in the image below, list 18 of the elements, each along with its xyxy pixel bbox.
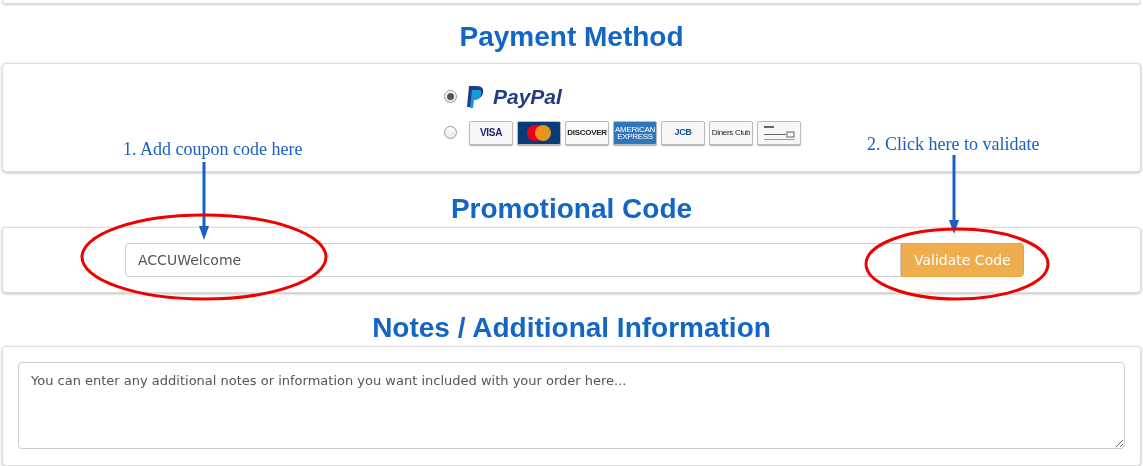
notes-field[interactable]: You can enter any additional notes or information you want included with your order here... — [18, 362, 1125, 449]
annotation-text: 2. Click here to validate — [867, 133, 1040, 156]
discover-logo: DISCOVER — [565, 120, 609, 145]
visa-logo: VISA — [469, 120, 513, 145]
jcb-logo: JCB — [661, 120, 705, 145]
annotation-text: 1. Add coupon code here — [123, 138, 303, 161]
radio-button[interactable] — [444, 90, 457, 104]
diners-club-logo: Diners Club — [709, 120, 753, 145]
paypal-logo: PayPal — [493, 84, 562, 110]
coupon-code-field[interactable]: ACCUWelcome — [125, 243, 901, 277]
radio-button[interactable] — [444, 126, 457, 139]
section-heading: Payment Method — [458, 20, 685, 54]
mastercard-logo — [517, 120, 561, 145]
amex-logo: AMERICAN EXPRESS — [613, 120, 657, 145]
section-heading: Promotional Code — [449, 192, 694, 226]
section-heading: Notes / Additional Information — [371, 311, 772, 345]
check-icon — [757, 120, 801, 145]
paypal-icon — [465, 84, 485, 109]
